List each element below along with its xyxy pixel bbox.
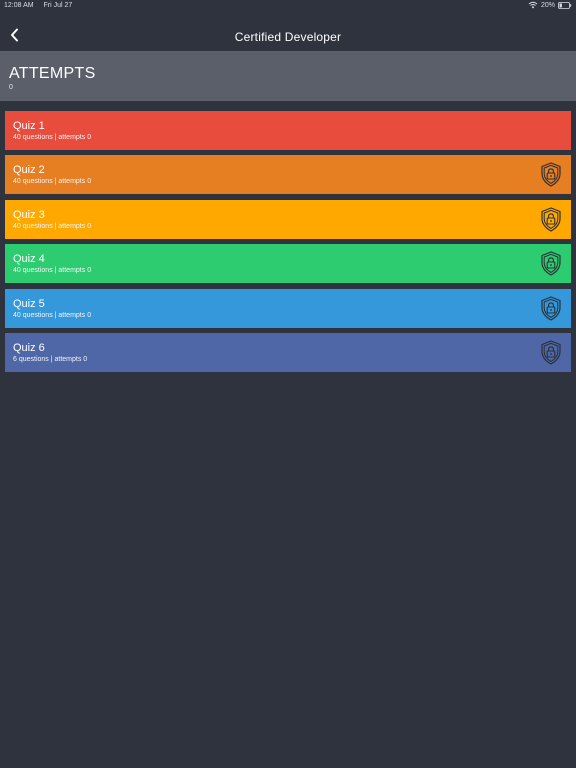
- wifi-icon: [528, 1, 538, 9]
- status-time-date: 12:08 AM Fri Jul 27: [4, 2, 72, 9]
- shield-lock-icon: [540, 162, 562, 187]
- quiz-card-3[interactable]: Quiz 3 40 questions | attempts 0: [5, 199, 571, 239]
- quiz-subtitle: 6 questions | attempts 0: [13, 355, 88, 363]
- quiz-card-2[interactable]: Quiz 2 40 questions | attempts 0: [5, 155, 571, 195]
- quiz-title: Quiz 5: [13, 297, 45, 310]
- quiz-card-6[interactable]: Quiz 6 6 questions | attempts 0: [5, 332, 571, 372]
- quiz-subtitle: 40 questions | attempts 0: [13, 178, 92, 186]
- status-bar: 12:08 AM Fri Jul 27 20%: [0, 0, 576, 12]
- attempts-count: 0: [9, 84, 13, 91]
- nav-bar: Certified Developer: [0, 22, 576, 52]
- quiz-subtitle: 40 questions | attempts 0: [13, 311, 92, 319]
- quiz-card-4[interactable]: Quiz 4 40 questions | attempts 0: [5, 244, 571, 284]
- page-title: Certified Developer: [234, 30, 342, 44]
- quiz-title: Quiz 6: [13, 341, 45, 354]
- quiz-card-1[interactable]: Quiz 1 40 questions | attempts 0: [5, 111, 571, 150]
- shield-lock-icon: [540, 207, 562, 232]
- shield-lock-icon: [540, 251, 562, 276]
- quiz-title: Quiz 4: [13, 253, 45, 266]
- shield-lock-icon: [540, 295, 562, 321]
- shield-lock-icon: [540, 340, 562, 365]
- quiz-list: Quiz 1 40 questions | attempts 0 Quiz 2 …: [5, 111, 571, 377]
- quiz-title: Quiz 1: [13, 120, 45, 132]
- status-indicators: 20%: [528, 1, 572, 9]
- attempts-label: ATTEMPTS: [9, 65, 96, 82]
- quiz-subtitle: 40 questions | attempts 0: [13, 134, 92, 141]
- quiz-subtitle: 40 questions | attempts 0: [13, 222, 92, 230]
- status-time: 12:08 AM: [4, 2, 34, 9]
- attempts-summary: ATTEMPTS 0: [0, 51, 576, 101]
- battery-icon: [558, 1, 572, 9]
- battery-percent: 20%: [540, 1, 555, 9]
- quiz-subtitle: 40 questions | attempts 0: [13, 267, 92, 275]
- quiz-title: Quiz 3: [13, 208, 45, 221]
- quiz-card-5[interactable]: Quiz 5 40 questions | attempts 0: [5, 288, 571, 328]
- quiz-title: Quiz 2: [13, 164, 45, 177]
- status-date: Fri Jul 27: [43, 2, 73, 9]
